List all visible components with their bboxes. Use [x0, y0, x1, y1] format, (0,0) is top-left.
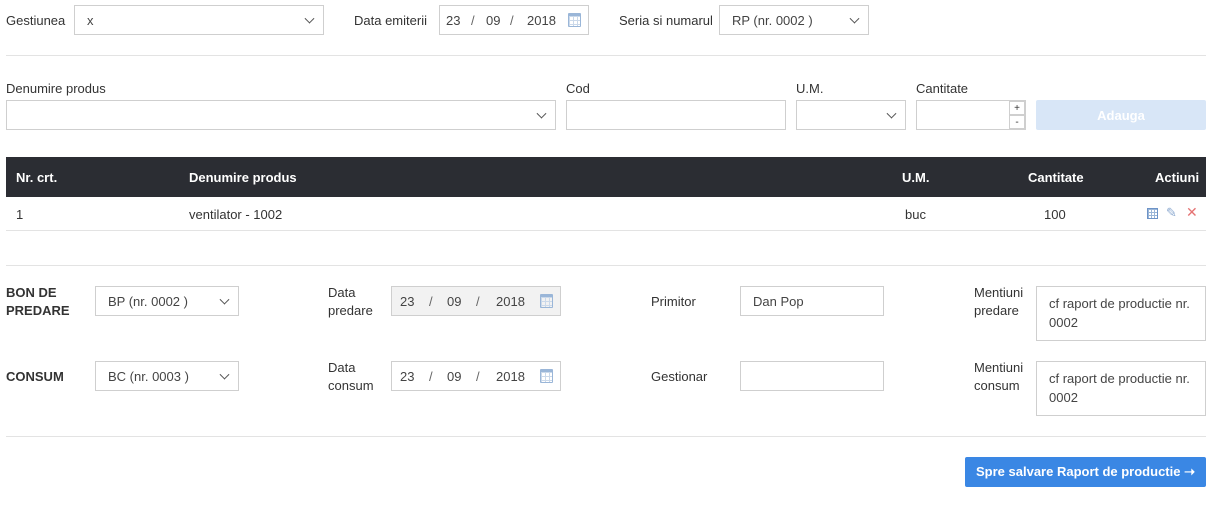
cell-um: buc: [905, 207, 926, 222]
denumire-label: Denumire produs: [6, 81, 106, 96]
calendar-icon[interactable]: [540, 294, 553, 308]
data-predare-label: Data predare: [328, 285, 373, 318]
data-predare-input[interactable]: 23 / 09 / 2018: [391, 286, 561, 316]
denumire-select[interactable]: [6, 100, 556, 130]
col-actiuni: Actiuni: [1155, 170, 1200, 185]
mentiuni-consum-label: Mentiuni consum: [974, 360, 1024, 393]
cod-input[interactable]: [566, 100, 786, 130]
divider: [6, 55, 1206, 56]
close-icon[interactable]: ✕: [1186, 204, 1198, 221]
bon-predare-value: BP (nr. 0002 ): [108, 293, 188, 309]
seria-label: Seria si numarul: [619, 13, 713, 28]
date-day: 23: [400, 369, 415, 384]
um-select[interactable]: [796, 100, 906, 130]
date-day: 23: [400, 294, 415, 309]
consum-select[interactable]: BC (nr. 0003 ): [95, 361, 239, 391]
date-separator: /: [471, 13, 475, 28]
date-separator: /: [429, 294, 433, 309]
mentiuni-predare-label: Mentiuni predare: [974, 285, 1024, 318]
col-um: U.M.: [902, 170, 930, 185]
consum-value: BC (nr. 0003 ): [108, 368, 189, 384]
seria-value: RP (nr. 0002 ): [732, 12, 813, 28]
data-emiterii-input[interactable]: 23 / 09 / 2018: [439, 5, 589, 35]
gestiunea-value: x: [87, 12, 94, 28]
primitor-label: Primitor: [651, 294, 696, 309]
date-month: 09: [486, 13, 501, 28]
cantitate-label: Cantitate: [916, 81, 969, 96]
calculator-icon[interactable]: [1147, 208, 1158, 219]
chevron-down-icon: [219, 294, 230, 305]
chevron-down-icon: [536, 108, 547, 119]
mentiuni-predare-textarea[interactable]: cf raport de productie nr. 0002: [1036, 286, 1206, 341]
gestiunea-select[interactable]: x: [74, 5, 324, 35]
primitor-input[interactable]: Dan Pop: [740, 286, 884, 316]
table-header: Nr. crt. Denumire produs U.M. Cantitate …: [6, 157, 1206, 197]
date-month: 09: [447, 369, 462, 384]
divider: [6, 265, 1206, 266]
divider: [6, 436, 1206, 437]
gestiunea-label: Gestiunea: [6, 13, 66, 28]
cod-label: Cod: [566, 81, 590, 96]
date-year: 2018: [496, 369, 525, 384]
chevron-down-icon: [886, 108, 897, 119]
date-year: 2018: [496, 294, 525, 309]
save-raport-button[interactable]: Spre salvare Raport de productie ➝: [965, 457, 1206, 487]
pencil-icon[interactable]: ✎: [1166, 205, 1177, 221]
date-separator: /: [510, 13, 514, 28]
quantity-stepper[interactable]: + -: [1009, 101, 1025, 129]
col-cantitate: Cantitate: [1028, 170, 1084, 185]
date-separator: /: [429, 369, 433, 384]
add-button[interactable]: Adauga: [1036, 100, 1206, 130]
decrement-button[interactable]: -: [1010, 115, 1025, 129]
um-label: U.M.: [796, 81, 824, 96]
chevron-down-icon: [219, 369, 230, 380]
primitor-value: Dan Pop: [753, 293, 804, 309]
data-consum-label: Data consum: [328, 360, 374, 393]
calendar-icon[interactable]: [540, 369, 553, 383]
chevron-down-icon: [304, 13, 315, 24]
bon-predare-label: BON DE PREDARE: [6, 285, 70, 318]
gestionar-input[interactable]: [740, 361, 884, 391]
cell-denumire: ventilator - 1002: [189, 207, 283, 222]
gestionar-label: Gestionar: [651, 369, 708, 384]
cell-nr: 1: [16, 207, 24, 222]
bon-predare-select[interactable]: BP (nr. 0002 ): [95, 286, 239, 316]
mentiuni-consum-textarea[interactable]: cf raport de productie nr. 0002: [1036, 361, 1206, 416]
consum-label: CONSUM: [6, 369, 64, 384]
cell-cantitate: 100: [1044, 207, 1066, 222]
date-day: 23: [446, 13, 461, 28]
data-emiterii-label: Data emiterii: [354, 13, 427, 28]
date-year: 2018: [527, 13, 556, 28]
col-denumire: Denumire produs: [189, 170, 297, 185]
chevron-down-icon: [849, 13, 860, 24]
table-row: 1 ventilator - 1002 buc 100 ✎ ✕: [6, 197, 1206, 231]
increment-button[interactable]: +: [1010, 101, 1025, 115]
date-separator: /: [476, 294, 480, 309]
calendar-icon[interactable]: [568, 13, 581, 27]
data-consum-input[interactable]: 23 / 09 / 2018: [391, 361, 561, 391]
seria-select[interactable]: RP (nr. 0002 ): [719, 5, 869, 35]
col-nr: Nr. crt.: [16, 170, 58, 185]
date-month: 09: [447, 294, 462, 309]
date-separator: /: [476, 369, 480, 384]
